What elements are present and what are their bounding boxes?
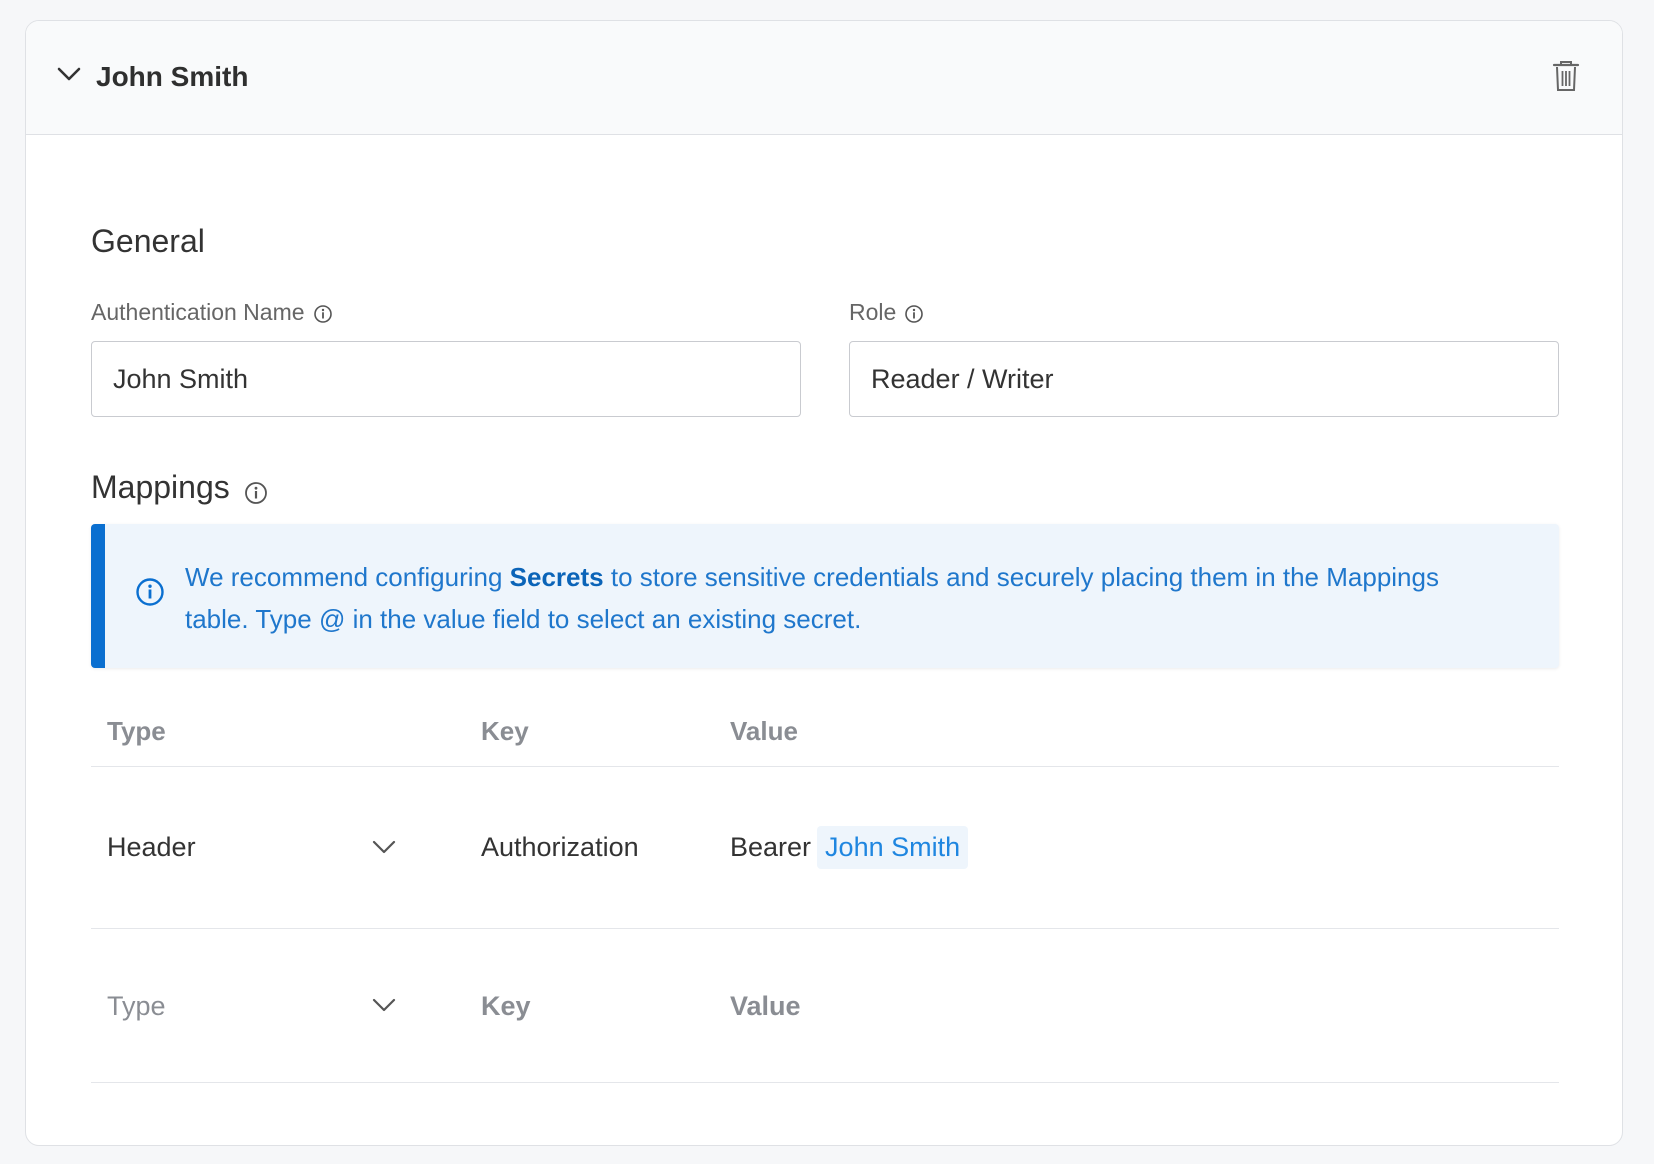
header-divider: [91, 766, 1559, 767]
info-accent-bar: [91, 524, 105, 668]
info-icon: [135, 577, 165, 607]
auth-name-label: Authentication Name: [91, 299, 333, 326]
info-icon[interactable]: [244, 476, 268, 504]
secrets-info-box: We recommend configuring Secrets to stor…: [91, 524, 1559, 668]
column-header-key: Key: [481, 716, 529, 746]
card-header: John Smith: [26, 21, 1622, 135]
row-value[interactable]: Bearer John Smith: [730, 826, 969, 869]
column-header-value: Value: [730, 716, 798, 746]
mappings-section-title: Mappings: [91, 469, 268, 506]
role-input[interactable]: Reader / Writer: [849, 341, 1559, 417]
chevron-down-icon[interactable]: [54, 59, 84, 89]
card-title: John Smith: [96, 61, 249, 92]
info-icon[interactable]: [904, 303, 924, 323]
mappings-title-text: Mappings: [91, 469, 230, 505]
role-label-text: Role: [849, 299, 897, 325]
chevron-down-icon[interactable]: [370, 833, 398, 861]
authentication-card: John Smith General Authentication Name J…: [25, 20, 1623, 1146]
row-value-prefix: Bearer: [730, 832, 812, 862]
row-divider: [91, 928, 1559, 929]
column-header-type: Type: [107, 716, 166, 746]
general-section-title: General: [91, 223, 205, 259]
new-row-key-input[interactable]: Key: [481, 991, 531, 1022]
info-icon[interactable]: [313, 303, 333, 323]
auth-name-input[interactable]: John Smith: [91, 341, 801, 417]
secret-chip[interactable]: John Smith: [817, 826, 969, 869]
trash-icon[interactable]: [1550, 59, 1582, 93]
row-key[interactable]: Authorization: [481, 832, 639, 863]
new-row-value-input[interactable]: Value: [730, 991, 801, 1022]
info-text-before: We recommend configuring: [185, 562, 510, 592]
role-label: Role: [849, 299, 924, 326]
auth-name-label-text: Authentication Name: [91, 299, 305, 325]
new-row-type-select[interactable]: Type: [107, 991, 166, 1022]
chevron-down-icon[interactable]: [370, 991, 398, 1019]
row-divider: [91, 1082, 1559, 1083]
info-text: We recommend configuring Secrets to stor…: [185, 556, 1485, 640]
row-type-select[interactable]: Header: [107, 832, 196, 863]
secrets-link[interactable]: Secrets: [510, 562, 604, 592]
